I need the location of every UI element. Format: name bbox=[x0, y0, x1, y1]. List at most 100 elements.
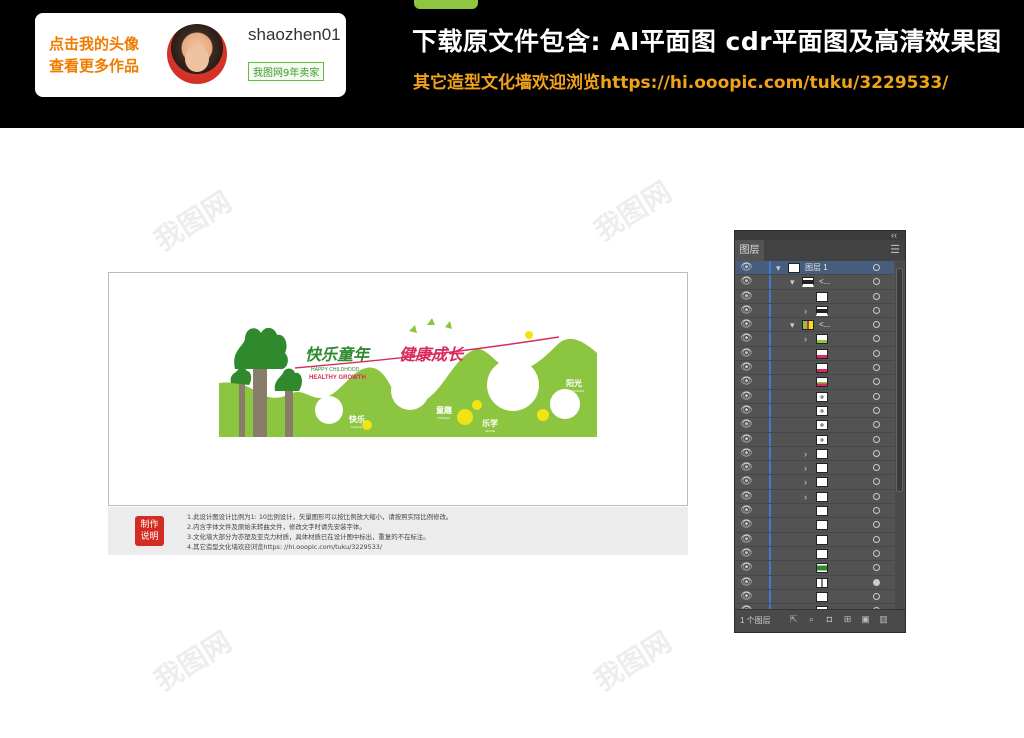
visibility-eye-icon[interactable]: 👁 bbox=[740, 391, 753, 403]
layers-panel[interactable]: ‹‹ 图层 ☰ 👁 ▾ 图层 1 👁 ▾ <... 👁 👁 › 👁 ▾ <... 👁 › 👁 👁 👁 👁 👁 👁 👁 👁 ›… bbox=[734, 230, 906, 633]
hamburger-icon[interactable]: ☰ bbox=[890, 243, 900, 256]
layer-row[interactable]: 👁 ▾ <... bbox=[736, 318, 894, 333]
layer-row[interactable]: 👁 bbox=[736, 504, 894, 519]
target-circle-icon[interactable] bbox=[873, 378, 880, 386]
search-icon[interactable]: ⌕ bbox=[806, 614, 817, 625]
layer-row[interactable]: 👁 bbox=[736, 389, 894, 404]
layer-row[interactable]: 👁 › bbox=[736, 489, 894, 505]
trash-icon[interactable]: ▥ bbox=[878, 614, 889, 625]
chevron-right-icon[interactable]: › bbox=[804, 491, 807, 503]
author-name[interactable]: shaozhen01 bbox=[248, 25, 341, 45]
target-circle-icon[interactable] bbox=[873, 507, 880, 515]
layer-name[interactable]: <... bbox=[819, 318, 830, 332]
layer-row[interactable]: 👁 › bbox=[736, 475, 894, 490]
chevron-right-icon[interactable]: › bbox=[804, 448, 807, 460]
target-circle-icon[interactable] bbox=[873, 578, 880, 586]
target-circle-icon[interactable] bbox=[873, 564, 880, 572]
visibility-eye-icon[interactable]: 👁 bbox=[740, 262, 753, 274]
layer-row[interactable]: 👁 bbox=[736, 346, 894, 362]
layer-row[interactable]: 👁 bbox=[736, 589, 894, 605]
layer-row[interactable]: 👁 bbox=[736, 361, 894, 376]
visibility-eye-icon[interactable]: 👁 bbox=[740, 276, 753, 288]
visibility-eye-icon[interactable]: 👁 bbox=[740, 291, 753, 303]
layer-row[interactable]: 👁 › bbox=[736, 461, 894, 476]
new-layer-icon[interactable]: ▣ bbox=[860, 614, 871, 625]
visibility-eye-icon[interactable]: 👁 bbox=[740, 577, 753, 589]
target-circle-icon[interactable] bbox=[873, 492, 880, 500]
visibility-eye-icon[interactable]: 👁 bbox=[740, 348, 753, 360]
layer-name[interactable]: <... bbox=[819, 275, 830, 289]
scrollbar-thumb[interactable] bbox=[896, 268, 903, 492]
target-circle-icon[interactable] bbox=[873, 535, 880, 543]
new-sublayer-icon[interactable]: ⊞ bbox=[842, 614, 853, 625]
visibility-eye-icon[interactable]: 👁 bbox=[740, 534, 753, 546]
target-circle-icon[interactable] bbox=[873, 592, 880, 600]
layer-row[interactable]: 👁 bbox=[736, 289, 894, 304]
scrollbar[interactable] bbox=[895, 262, 904, 610]
layer-row[interactable]: 👁 bbox=[736, 432, 894, 447]
target-circle-icon[interactable] bbox=[873, 464, 880, 472]
visibility-eye-icon[interactable]: 👁 bbox=[740, 562, 753, 574]
target-circle-icon[interactable] bbox=[873, 392, 880, 400]
layer-row[interactable]: 👁 bbox=[736, 561, 894, 576]
visibility-eye-icon[interactable]: 👁 bbox=[740, 448, 753, 460]
chevron-right-icon[interactable]: › bbox=[804, 476, 807, 488]
layer-row[interactable]: 👁 bbox=[736, 403, 894, 419]
chevron-right-icon[interactable]: › bbox=[804, 305, 807, 317]
target-circle-icon[interactable] bbox=[873, 521, 880, 529]
chevron-right-icon[interactable]: › bbox=[804, 462, 807, 474]
layer-row[interactable]: 👁 › bbox=[736, 303, 894, 319]
layer-row[interactable]: 👁 › bbox=[736, 332, 894, 347]
target-circle-icon[interactable] bbox=[873, 421, 880, 429]
visibility-eye-icon[interactable]: 👁 bbox=[740, 405, 753, 417]
visibility-eye-icon[interactable]: 👁 bbox=[740, 362, 753, 374]
chevron-down-icon[interactable]: ▾ bbox=[790, 319, 795, 331]
target-circle-icon[interactable] bbox=[873, 478, 880, 486]
target-circle-icon[interactable] bbox=[873, 349, 880, 357]
banner-link[interactable]: 其它造型文化墙欢迎浏览https://hi.ooopic.com/tuku/32… bbox=[413, 68, 948, 93]
author-card[interactable]: 点击我的头像 查看更多作品 shaozhen01 我图网9年卖家 bbox=[35, 13, 346, 97]
layer-list[interactable]: 👁 ▾ 图层 1 👁 ▾ <... 👁 👁 › 👁 ▾ <... 👁 › 👁 👁 👁 👁 👁 👁 👁 👁 › 👁 › 👁 › 👁 › 👁 👁… bbox=[736, 261, 894, 611]
visibility-eye-icon[interactable]: 👁 bbox=[740, 462, 753, 474]
target-circle-icon[interactable] bbox=[873, 335, 880, 343]
chevron-down-icon[interactable]: ▾ bbox=[776, 262, 781, 274]
target-circle-icon[interactable] bbox=[873, 406, 880, 414]
visibility-eye-icon[interactable]: 👁 bbox=[740, 491, 753, 503]
target-circle-icon[interactable] bbox=[873, 292, 880, 300]
layer-row[interactable]: 👁 bbox=[736, 532, 894, 547]
visibility-eye-icon[interactable]: 👁 bbox=[740, 333, 753, 345]
visibility-eye-icon[interactable]: 👁 bbox=[740, 548, 753, 560]
layer-row[interactable]: 👁 bbox=[736, 546, 894, 562]
artboard[interactable]: 快乐童年 健康成长 HAPPY CHILDHOOD HEALTHY GROWTH… bbox=[108, 272, 688, 506]
visibility-eye-icon[interactable]: 👁 bbox=[740, 376, 753, 388]
chevron-down-icon[interactable]: ▾ bbox=[790, 276, 795, 288]
target-circle-icon[interactable] bbox=[873, 278, 880, 286]
target-circle-icon[interactable] bbox=[873, 264, 880, 271]
layer-row[interactable]: 👁 ▾ 图层 1 bbox=[736, 261, 894, 276]
chevron-right-icon[interactable]: › bbox=[804, 333, 807, 345]
layer-row[interactable]: 👁 bbox=[736, 575, 894, 590]
visibility-eye-icon[interactable]: 👁 bbox=[740, 591, 753, 603]
layer-row[interactable]: 👁 ▾ <... bbox=[736, 275, 894, 290]
visibility-eye-icon[interactable]: 👁 bbox=[740, 319, 753, 331]
layer-row[interactable]: 👁 bbox=[736, 418, 894, 433]
target-circle-icon[interactable] bbox=[873, 549, 880, 557]
layer-name[interactable]: 图层 1 bbox=[805, 261, 828, 275]
target-circle-icon[interactable] bbox=[873, 321, 880, 329]
avatar[interactable] bbox=[167, 24, 227, 84]
layer-row[interactable]: 👁 bbox=[736, 518, 894, 533]
export-icon[interactable]: ⇱ bbox=[788, 614, 799, 625]
target-circle-icon[interactable] bbox=[873, 435, 880, 443]
panel-title-strip[interactable]: ‹‹ bbox=[735, 230, 905, 240]
visibility-eye-icon[interactable]: 👁 bbox=[740, 305, 753, 317]
target-circle-icon[interactable] bbox=[873, 449, 880, 457]
layer-row[interactable]: 👁 bbox=[736, 375, 894, 390]
visibility-eye-icon[interactable]: 👁 bbox=[740, 419, 753, 431]
visibility-eye-icon[interactable]: 👁 bbox=[740, 519, 753, 531]
author-cta[interactable]: 点击我的头像 查看更多作品 bbox=[49, 33, 159, 77]
target-circle-icon[interactable] bbox=[873, 306, 880, 314]
layer-row[interactable]: 👁 › bbox=[736, 446, 894, 462]
target-circle-icon[interactable] bbox=[873, 364, 880, 372]
visibility-eye-icon[interactable]: 👁 bbox=[740, 476, 753, 488]
visibility-eye-icon[interactable]: 👁 bbox=[740, 434, 753, 446]
